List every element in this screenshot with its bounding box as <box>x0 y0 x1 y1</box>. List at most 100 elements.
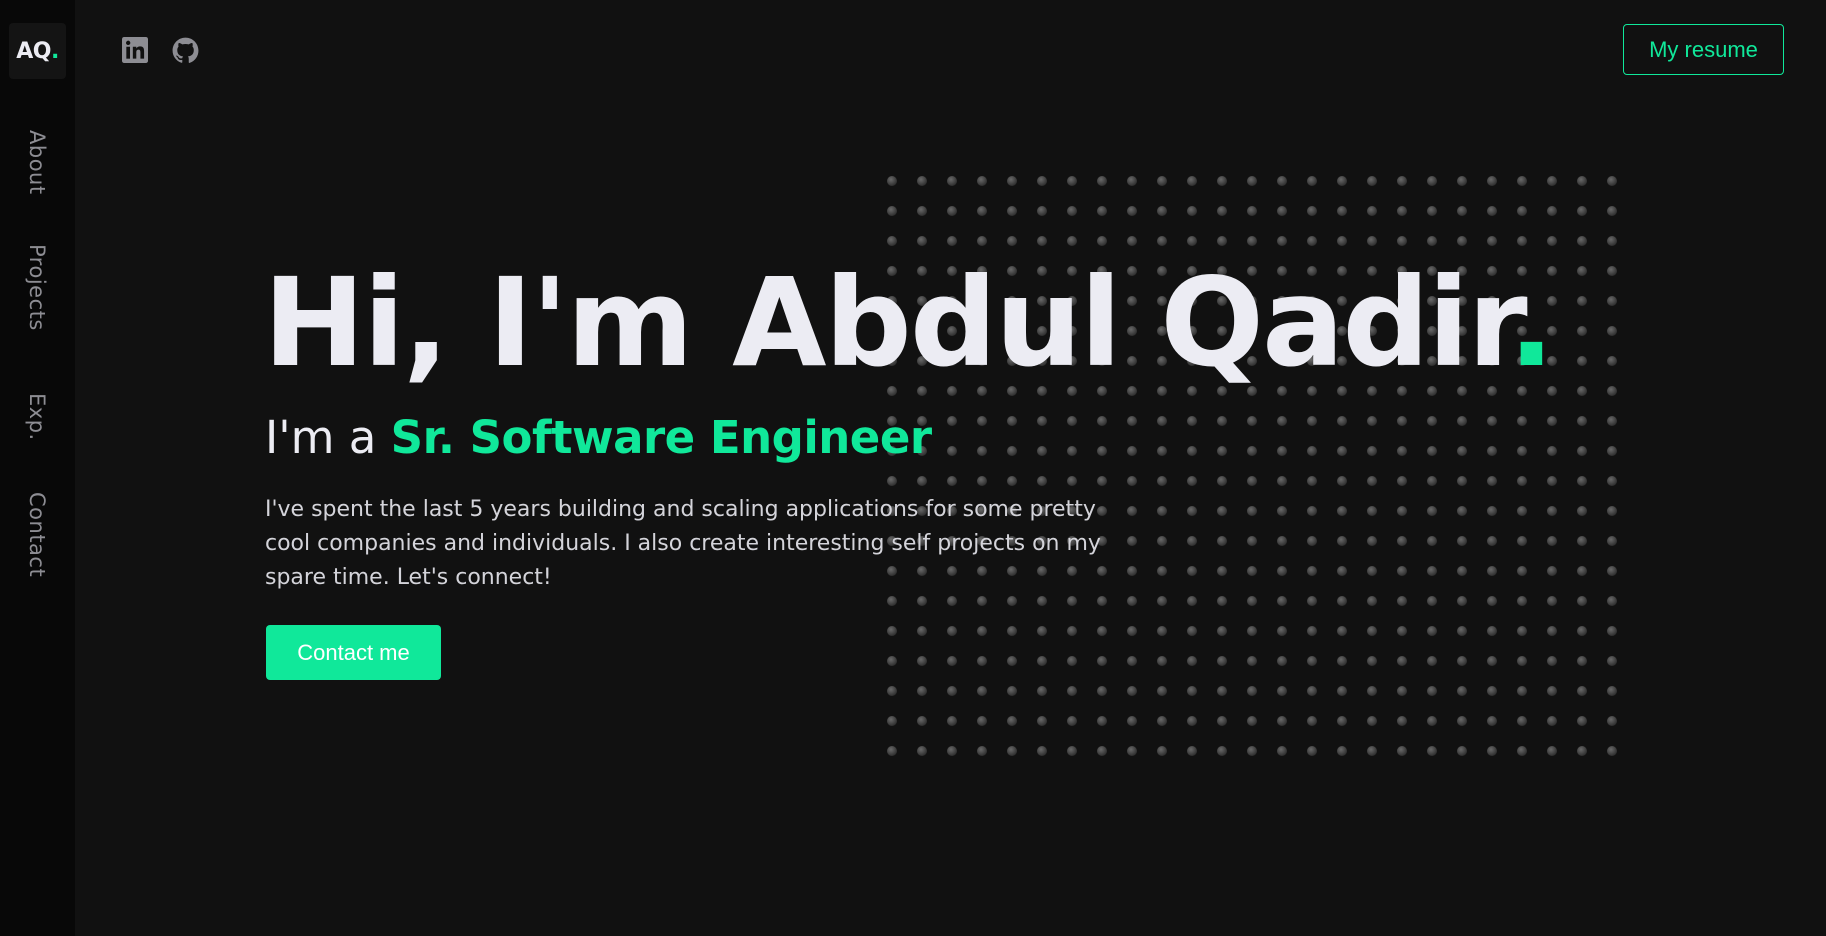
grid-dot <box>1007 236 1017 246</box>
grid-dot <box>1007 476 1017 486</box>
nav-link-projects[interactable]: Projects <box>25 244 49 331</box>
grid-dot <box>1007 596 1017 606</box>
linkedin-link[interactable] <box>121 36 149 64</box>
grid-dot <box>977 476 987 486</box>
grid-dot <box>1547 176 1557 186</box>
grid-dot <box>1607 356 1617 366</box>
contact-button[interactable]: Contact me <box>266 625 441 680</box>
grid-dot <box>1277 686 1287 696</box>
grid-dot <box>887 686 897 696</box>
grid-dot <box>1187 536 1197 546</box>
grid-dot <box>1097 596 1107 606</box>
grid-dot <box>1457 626 1467 636</box>
grid-dot <box>1277 236 1287 246</box>
grid-dot <box>1067 716 1077 726</box>
grid-dot <box>1427 476 1437 486</box>
grid-dot <box>1577 476 1587 486</box>
grid-dot <box>1547 596 1557 606</box>
grid-dot <box>1487 626 1497 636</box>
grid-dot <box>1097 236 1107 246</box>
grid-dot <box>1517 476 1527 486</box>
grid-dot <box>1247 626 1257 636</box>
grid-dot <box>1337 206 1347 216</box>
grid-dot <box>1307 656 1317 666</box>
grid-dot <box>917 746 927 756</box>
grid-dot <box>1547 566 1557 576</box>
grid-dot <box>1127 536 1137 546</box>
grid-dot <box>1037 416 1047 426</box>
github-link[interactable] <box>171 36 199 64</box>
grid-dot <box>1187 626 1197 636</box>
grid-dot <box>1277 176 1287 186</box>
grid-dot <box>1037 716 1047 726</box>
grid-dot <box>1187 446 1197 456</box>
grid-dot <box>1007 656 1017 666</box>
grid-dot <box>1007 206 1017 216</box>
hero-description: I've spent the last 5 years building and… <box>265 497 1101 590</box>
grid-dot <box>977 206 987 216</box>
grid-dot <box>1427 746 1437 756</box>
grid-dot <box>1397 536 1407 546</box>
grid-dot <box>977 416 987 426</box>
grid-dot <box>1127 716 1137 726</box>
grid-dot <box>1517 446 1527 456</box>
grid-dot <box>917 176 927 186</box>
grid-dot <box>1487 236 1497 246</box>
grid-dot <box>917 596 927 606</box>
grid-dot <box>1397 476 1407 486</box>
grid-dot <box>1517 596 1527 606</box>
grid-dot <box>1187 206 1197 216</box>
grid-dot <box>1187 656 1197 666</box>
grid-dot <box>1577 386 1587 396</box>
grid-dot <box>1607 656 1617 666</box>
grid-dot <box>1487 506 1497 516</box>
logo[interactable]: AQ. <box>9 23 66 79</box>
grid-dot <box>1307 416 1317 426</box>
logo-text: AQ <box>16 38 51 64</box>
grid-dot <box>1217 746 1227 756</box>
grid-dot <box>1367 626 1377 636</box>
grid-dot <box>977 446 987 456</box>
grid-dot <box>1457 476 1467 486</box>
grid-dot <box>977 656 987 666</box>
grid-dot <box>1067 656 1077 666</box>
grid-dot <box>1397 626 1407 636</box>
grid-dot <box>947 236 957 246</box>
grid-dot <box>1307 236 1317 246</box>
grid-dot <box>1097 176 1107 186</box>
grid-dot <box>1127 566 1137 576</box>
grid-dot <box>1217 656 1227 666</box>
grid-dot <box>1097 626 1107 636</box>
grid-dot <box>1607 476 1617 486</box>
grid-dot <box>1157 416 1167 426</box>
grid-dot <box>1607 686 1617 696</box>
resume-button[interactable]: My resume <box>1623 24 1784 75</box>
grid-dot <box>1457 596 1467 606</box>
nav-link-about[interactable]: About <box>25 130 49 195</box>
grid-dot <box>1067 686 1077 696</box>
grid-dot <box>887 176 897 186</box>
grid-dot <box>1607 506 1617 516</box>
grid-dot <box>1127 506 1137 516</box>
grid-dot <box>1427 446 1437 456</box>
grid-dot <box>1457 746 1467 756</box>
grid-dot <box>1397 176 1407 186</box>
grid-dot <box>1157 536 1167 546</box>
grid-dot <box>1427 596 1437 606</box>
grid-dot <box>887 476 897 486</box>
grid-dot <box>1277 536 1287 546</box>
grid-dot <box>1427 716 1437 726</box>
grid-dot <box>1607 566 1617 576</box>
grid-dot <box>1157 686 1167 696</box>
grid-dot <box>1397 506 1407 516</box>
nav-link-experience[interactable]: Exp. <box>25 393 49 441</box>
nav-link-contact[interactable]: Contact <box>25 492 49 577</box>
grid-dot <box>1127 176 1137 186</box>
grid-dot <box>1397 416 1407 426</box>
grid-dot <box>1397 206 1407 216</box>
grid-dot <box>1427 206 1437 216</box>
grid-dot <box>1247 506 1257 516</box>
grid-dot <box>1307 746 1317 756</box>
grid-dot <box>1427 566 1437 576</box>
grid-dot <box>1487 446 1497 456</box>
